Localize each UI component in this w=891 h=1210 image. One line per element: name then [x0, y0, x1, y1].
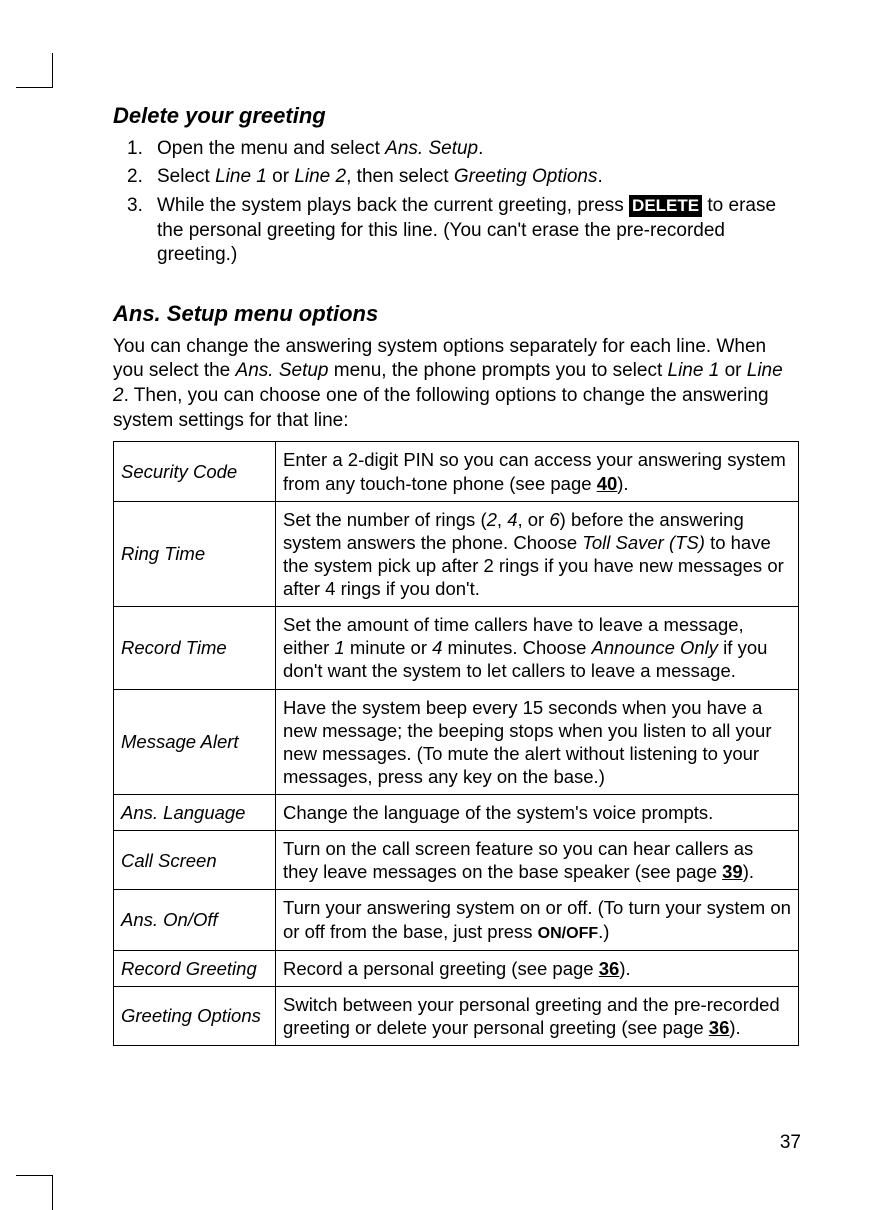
text: minutes. Choose: [442, 637, 591, 658]
table-row: Record Time Set the amount of time calle…: [114, 607, 799, 689]
key-label: ON/OFF: [538, 925, 598, 942]
line-ref: Line 1: [668, 360, 720, 381]
text: Set the number of rings (: [283, 509, 487, 530]
text: While the system plays back the current …: [157, 195, 629, 216]
option-label: Message Alert: [114, 689, 276, 795]
ans-setup-intro: You can change the answering system opti…: [113, 335, 799, 434]
option-label: Security Code: [114, 442, 276, 501]
step-body: Select Line 1 or Line 2, then select Gre…: [157, 165, 799, 190]
table-row: Ans. Language Change the language of the…: [114, 795, 799, 831]
option-ref: Announce Only: [592, 637, 719, 658]
text: Open the menu and select: [157, 138, 385, 159]
text: Turn on the call screen feature so you c…: [283, 838, 753, 882]
text: Switch between your personal greeting an…: [283, 994, 780, 1038]
option-desc: Turn on the call screen feature so you c…: [276, 831, 799, 890]
step-number: 1.: [127, 137, 157, 162]
table-row: Greeting Options Switch between your per…: [114, 986, 799, 1045]
text: .): [598, 921, 609, 942]
line-ref: Line 1: [215, 166, 267, 187]
text: minute or: [345, 637, 432, 658]
page-ref: 40: [597, 473, 618, 494]
option-desc: Change the language of the system's voic…: [276, 795, 799, 831]
text: ).: [743, 861, 754, 882]
text: Have the system beep every 15 seconds wh…: [283, 697, 772, 787]
delete-key-label: DELETE: [629, 195, 702, 217]
table-row: Call Screen Turn on the call screen feat…: [114, 831, 799, 890]
text: ).: [617, 473, 628, 494]
value: 6: [549, 509, 559, 530]
text: . Then, you can choose one of the follow…: [113, 385, 769, 431]
value: 1: [334, 637, 344, 658]
options-table: Security Code Enter a 2-digit PIN so you…: [113, 441, 799, 1046]
text: Record a personal greeting (see page: [283, 958, 599, 979]
table-row: Record Greeting Record a personal greeti…: [114, 950, 799, 986]
text: or: [719, 360, 746, 381]
section-heading-delete-greeting: Delete your greeting: [113, 102, 799, 131]
option-desc: Switch between your personal greeting an…: [276, 986, 799, 1045]
text: Enter a 2-digit PIN so you can access yo…: [283, 449, 786, 493]
text: ).: [619, 958, 630, 979]
text: Select: [157, 166, 215, 187]
step-2: 2. Select Line 1 or Line 2, then select …: [127, 165, 799, 190]
page-ref: 36: [599, 958, 620, 979]
option-desc: Turn your answering system on or off. (T…: [276, 890, 799, 950]
option-label: Ans. Language: [114, 795, 276, 831]
text: .: [478, 138, 483, 159]
option-ref: Toll Saver (TS): [582, 532, 705, 553]
step-3: 3. While the system plays back the curre…: [127, 194, 799, 268]
step-number: 2.: [127, 165, 157, 190]
text: .: [597, 166, 602, 187]
value: 4: [507, 509, 517, 530]
text: Change the language of the system's voic…: [283, 802, 713, 823]
value: 2: [487, 509, 497, 530]
table-row: Ans. On/Off Turn your answering system o…: [114, 890, 799, 950]
option-desc: Have the system beep every 15 seconds wh…: [276, 689, 799, 795]
step-number: 3.: [127, 194, 157, 268]
content-area: Delete your greeting 1. Open the menu an…: [113, 102, 799, 1046]
crop-mark-top-left: [16, 53, 53, 88]
delete-greeting-steps: 1. Open the menu and select Ans. Setup. …: [127, 137, 799, 268]
text: or: [267, 166, 294, 187]
step-1: 1. Open the menu and select Ans. Setup.: [127, 137, 799, 162]
page-ref: 39: [722, 861, 743, 882]
option-label: Record Greeting: [114, 950, 276, 986]
page-number: 37: [780, 1131, 801, 1156]
text: , or: [517, 509, 549, 530]
page-ref: 36: [709, 1017, 730, 1038]
table-row: Ring Time Set the number of rings (2, 4,…: [114, 501, 799, 607]
option-desc: Set the number of rings (2, 4, or 6) bef…: [276, 501, 799, 607]
step-body: Open the menu and select Ans. Setup.: [157, 137, 799, 162]
table-row: Security Code Enter a 2-digit PIN so you…: [114, 442, 799, 501]
menu-ref: Greeting Options: [454, 166, 598, 187]
text: ).: [729, 1017, 740, 1038]
step-body: While the system plays back the current …: [157, 194, 799, 268]
table-row: Message Alert Have the system beep every…: [114, 689, 799, 795]
option-desc: Set the amount of time callers have to l…: [276, 607, 799, 689]
text: ,: [497, 509, 507, 530]
value: 4: [432, 637, 442, 658]
line-ref: Line 2: [294, 166, 346, 187]
section-heading-ans-setup: Ans. Setup menu options: [113, 300, 799, 329]
menu-ref: Ans. Setup: [236, 360, 329, 381]
option-label: Ans. On/Off: [114, 890, 276, 950]
option-label: Record Time: [114, 607, 276, 689]
option-label: Ring Time: [114, 501, 276, 607]
crop-mark-bottom-left: [16, 1175, 53, 1210]
option-desc: Enter a 2-digit PIN so you can access yo…: [276, 442, 799, 501]
page: Delete your greeting 1. Open the menu an…: [0, 0, 891, 1210]
text: , then select: [346, 166, 454, 187]
menu-ref: Ans. Setup: [385, 138, 478, 159]
option-desc: Record a personal greeting (see page 36)…: [276, 950, 799, 986]
option-label: Call Screen: [114, 831, 276, 890]
option-label: Greeting Options: [114, 986, 276, 1045]
text: menu, the phone prompts you to select: [328, 360, 667, 381]
